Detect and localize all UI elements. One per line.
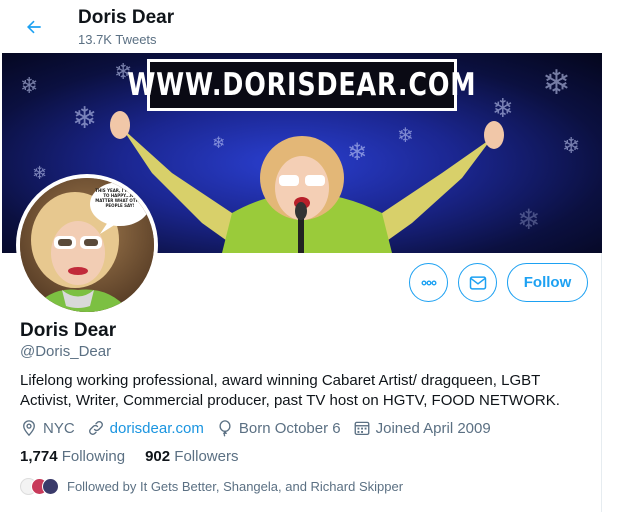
header-title: Doris Dear bbox=[78, 7, 175, 28]
followers-label: Followers bbox=[174, 448, 239, 465]
back-button[interactable] bbox=[20, 13, 48, 41]
profile-avatar[interactable]: THIS YEAR, I'M GOING TO HAPPY...NO MATTE… bbox=[16, 174, 158, 316]
birthday-text: Born October 6 bbox=[238, 419, 341, 437]
profile-page: Doris Dear 13.7K Tweets ❄ ❄ ❄ ❄ ❄ ❄ ❄ ❄ … bbox=[2, 0, 602, 512]
website-link[interactable]: dorisdear.com bbox=[110, 420, 204, 437]
followers-count: 902 bbox=[145, 448, 171, 465]
message-button[interactable] bbox=[458, 263, 497, 302]
birthday-item: Born October 6 bbox=[216, 419, 341, 437]
following-count: 1,774 bbox=[20, 448, 58, 465]
speech-bubble-text: THIS YEAR, I'M GOING TO HAPPY...NO MATTE… bbox=[95, 188, 145, 208]
profile-meta-row: NYC dorisdear.com Born October 6 Joined … bbox=[20, 418, 503, 438]
more-options-button[interactable] bbox=[409, 263, 448, 302]
joined-item: Joined April 2009 bbox=[353, 419, 491, 437]
more-horizontal-icon bbox=[420, 280, 437, 286]
arrow-left-icon bbox=[27, 20, 41, 34]
profile-header-bar: Doris Dear 13.7K Tweets bbox=[2, 0, 602, 53]
followers-link[interactable]: 902 Followers bbox=[145, 448, 238, 465]
follow-stats: 1,774 Following 902 Followers bbox=[20, 448, 258, 465]
website-item[interactable]: dorisdear.com bbox=[87, 419, 204, 437]
location-pin-icon bbox=[23, 420, 35, 437]
avatar-image: THIS YEAR, I'M GOING TO HAPPY...NO MATTE… bbox=[20, 178, 154, 312]
link-icon bbox=[88, 421, 103, 435]
following-link[interactable]: 1,774 Following bbox=[20, 448, 125, 465]
followed-by-text: Followed by It Gets Better, Shangela, an… bbox=[67, 479, 404, 494]
followed-by-row[interactable]: Followed by It Gets Better, Shangela, an… bbox=[20, 478, 403, 495]
joined-text: Joined April 2009 bbox=[375, 419, 491, 437]
follower-avatar bbox=[42, 478, 59, 495]
banner-url-text: WWW.DORISDEAR.COM bbox=[127, 67, 477, 103]
follow-button[interactable]: Follow bbox=[507, 263, 588, 302]
profile-handle: @Doris_Dear bbox=[20, 343, 112, 360]
header-tweet-count: 13.7K Tweets bbox=[78, 32, 157, 47]
following-label: Following bbox=[61, 448, 126, 465]
location-item: NYC bbox=[20, 419, 75, 437]
location-text: NYC bbox=[43, 419, 75, 437]
banner-url-sign: WWW.DORISDEAR.COM bbox=[127, 59, 476, 111]
profile-bio: Lifelong working professional, award win… bbox=[20, 372, 560, 409]
profile-name: Doris Dear bbox=[20, 320, 117, 341]
balloon-icon bbox=[219, 420, 231, 437]
calendar-icon bbox=[354, 421, 370, 436]
envelope-icon bbox=[469, 275, 486, 290]
